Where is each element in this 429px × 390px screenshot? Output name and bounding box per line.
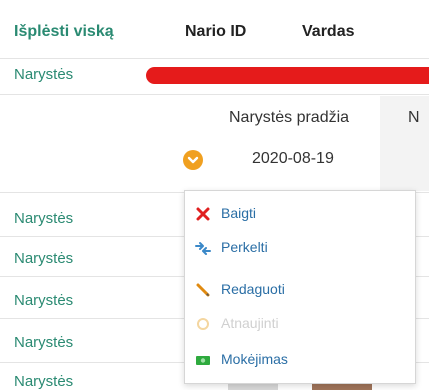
row-actions-menu: Baigti Perkelti Redaguoti Atnaujinti Mok… bbox=[184, 190, 416, 384]
membership-start-date: 2020-08-19 bbox=[252, 150, 334, 167]
menu-item-label: Redaguoti bbox=[221, 281, 285, 297]
menu-item-label: Baigti bbox=[221, 205, 257, 221]
row-memberships-link[interactable]: Narystės bbox=[14, 250, 73, 267]
chevron-down-icon bbox=[187, 156, 199, 164]
row-memberships-link[interactable]: Narystės bbox=[14, 66, 73, 83]
money-icon bbox=[196, 356, 210, 365]
row-actions-toggle[interactable] bbox=[183, 150, 203, 170]
menu-item-edit[interactable]: Redaguoti bbox=[185, 273, 415, 307]
menu-item-transfer[interactable]: Perkelti bbox=[185, 231, 415, 265]
row-memberships-link[interactable]: Narystės bbox=[14, 373, 73, 390]
menu-item-payment[interactable]: Mokėjimas bbox=[185, 343, 415, 377]
menu-item-label: Atnaujinti bbox=[221, 315, 279, 331]
redacted-bar bbox=[146, 67, 429, 84]
menu-item-label: Mokėjimas bbox=[221, 351, 288, 367]
refresh-icon bbox=[197, 318, 209, 330]
menu-item-label: Perkelti bbox=[221, 239, 268, 255]
row-memberships-link[interactable]: Narystės bbox=[14, 292, 73, 309]
pencil-icon bbox=[196, 283, 210, 297]
row-memberships-link[interactable]: Narystės bbox=[14, 210, 73, 227]
sub-column-header-start: Narystės pradžia bbox=[229, 109, 350, 126]
sub-column-header-next: N bbox=[408, 109, 420, 126]
x-icon bbox=[196, 207, 210, 221]
sub-table-cell bbox=[380, 96, 429, 191]
column-header-name[interactable]: Vardas bbox=[302, 23, 354, 41]
menu-item-finish[interactable]: Baigti bbox=[185, 197, 415, 231]
expand-all-link[interactable]: Išplėsti viską bbox=[14, 23, 114, 41]
divider bbox=[0, 94, 429, 95]
row-memberships-link[interactable]: Narystės bbox=[14, 334, 73, 351]
table-header: Išplėsti viską Nario ID Vardas bbox=[0, 0, 429, 60]
column-header-member-id[interactable]: Nario ID bbox=[185, 23, 246, 41]
page: Išplėsti viską Nario ID Vardas Narystės … bbox=[0, 0, 429, 390]
menu-item-renew: Atnaujinti bbox=[185, 307, 415, 341]
transfer-icon bbox=[195, 242, 211, 255]
divider bbox=[0, 58, 429, 59]
